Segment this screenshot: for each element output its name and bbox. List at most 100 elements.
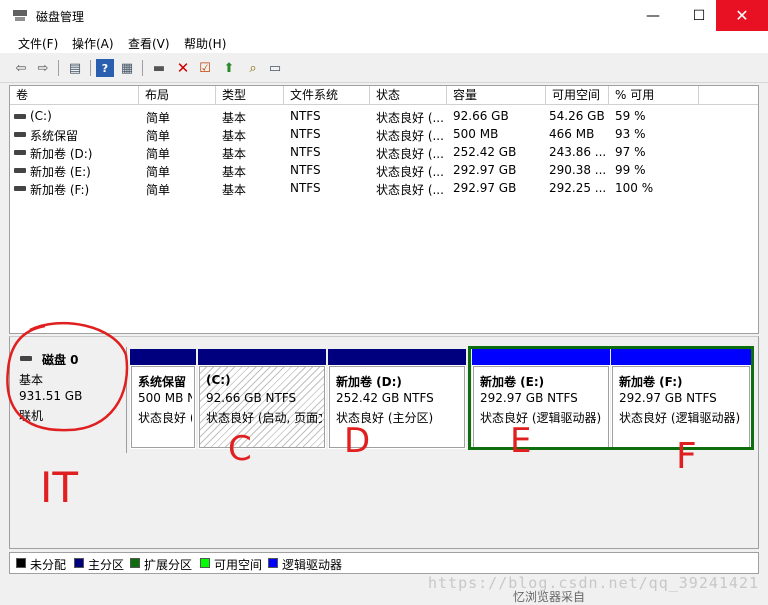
disk-icon (20, 356, 32, 361)
volume-icon (14, 132, 26, 137)
up-folder-icon[interactable]: ⬆ (220, 59, 238, 77)
bottom-fragment-text: 忆浏览器采自 (513, 590, 586, 604)
volume-icon (14, 168, 26, 173)
table-cell-pct: 93 % (615, 127, 646, 141)
disk-management-icon (13, 10, 27, 21)
partition-block[interactable]: 系统保留 500 MB N 状态良好 ( (130, 349, 196, 449)
table-row[interactable]: (C:) 简单 基本 NTFS 状态良好 (... 92.66 GB 54.26 GB 59 … (10, 107, 758, 125)
table-cell-free: 466 MB (549, 127, 595, 141)
connect-disk-icon[interactable]: ▬ (150, 59, 168, 77)
table-cell-cap: 500 MB (453, 127, 499, 141)
partition-block[interactable]: 新加卷 (D:) 252.42 GB NTFS 状态良好 (主分区) (328, 349, 466, 449)
legend-swatch-primary (74, 558, 84, 568)
disk-0-label[interactable]: 磁盘 0 基本 931.51 GB 联机 (10, 347, 127, 453)
partition-name: 新加卷 (D:) (336, 375, 402, 389)
volume-icon (14, 114, 26, 119)
table-cell-pct: 99 % (615, 163, 646, 177)
table-cell-cap: 292.97 GB (453, 181, 517, 195)
legend-label-extended: 扩展分区 (144, 558, 193, 572)
table-row[interactable]: 新加卷 (E:) 简单 基本 NTFS 状态良好 (... 292.97 GB 290.38… (10, 161, 758, 179)
column-header-empty (699, 86, 758, 105)
console-tree-icon[interactable]: ▤ (66, 59, 84, 77)
table-cell-status: 状态良好 (... (376, 183, 444, 197)
disk-state: 联机 (19, 409, 44, 423)
table-row[interactable]: 新加卷 (D:) 简单 基本 NTFS 状态良好 (... 252.42 GB 243.86… (10, 143, 758, 161)
toolbar-divider (90, 60, 91, 76)
legend-swatch-free (200, 558, 210, 568)
table-cell-pct: 100 % (615, 181, 654, 195)
partition-body: 系统保留 500 MB N 状态良好 ( (131, 366, 195, 448)
back-icon[interactable]: ⇦ (12, 59, 30, 77)
table-cell-status: 状态良好 (... (376, 147, 444, 161)
table-row[interactable]: 系统保留 简单 基本 NTFS 状态良好 (... 500 MB 466 MB 93 % (10, 125, 758, 143)
legend-swatch-unallocated (16, 558, 26, 568)
column-header-status[interactable]: 状态 (370, 86, 447, 105)
table-cell-vol: 系统保留 (30, 129, 79, 143)
table-cell-cap: 92.66 GB (453, 109, 509, 123)
menu-action[interactable]: 操作(A) (72, 35, 114, 52)
maximize-icon: ☐ (692, 7, 706, 24)
help-icon[interactable]: ? (96, 59, 114, 77)
column-header-free-space[interactable]: 可用空间 (546, 86, 609, 105)
column-header-volume[interactable]: 卷 (10, 86, 139, 105)
column-header-filesystem[interactable]: 文件系统 (284, 86, 370, 105)
legend-label-free: 可用空间 (214, 558, 263, 572)
extended-partition-outline (468, 346, 754, 450)
table-cell-fs: NTFS (290, 109, 321, 123)
partition-size: 500 MB N (138, 391, 192, 405)
toolbar: ⇦ ⇨ ▤ ? ▦ ▬ ✕ ☑ ⬆ ⌕ ▭ (0, 54, 768, 83)
menu-file[interactable]: 文件(F) (18, 35, 58, 52)
table-cell-type: 基本 (222, 129, 247, 143)
table-cell-pct: 97 % (615, 145, 646, 159)
legend-label-unallocated: 未分配 (30, 558, 67, 572)
forward-icon[interactable]: ⇨ (34, 59, 52, 77)
table-row[interactable]: 新加卷 (F:) 简单 基本 NTFS 状态良好 (... 292.97 GB 292.25… (10, 179, 758, 197)
table-cell-type: 基本 (222, 147, 247, 161)
menu-help[interactable]: 帮助(H) (184, 35, 226, 52)
menu-bar: 文件(F) 操作(A) 查看(V) 帮助(H) (0, 31, 768, 53)
table-cell-layout: 简单 (146, 165, 171, 179)
table-cell-fs: NTFS (290, 181, 321, 195)
partition-size: 252.42 GB NTFS (336, 391, 434, 405)
disk-name: 磁盘 0 (42, 353, 79, 367)
table-cell-vol: 新加卷 (F:) (30, 183, 90, 197)
column-header-percent-free[interactable]: % 可用 (609, 86, 699, 105)
legend-swatch-logical (268, 558, 278, 568)
properties-icon[interactable]: ▦ (118, 59, 136, 77)
table-cell-free: 292.25 ... (549, 181, 607, 195)
table-cell-layout: 简单 (146, 129, 171, 143)
close-button[interactable]: ✕ (716, 0, 768, 31)
table-cell-status: 状态良好 (... (376, 111, 444, 125)
menu-view[interactable]: 查看(V) (128, 35, 170, 52)
toolbar-divider (142, 60, 143, 76)
title-bar: 磁盘管理 — ☐ ✕ (0, 0, 768, 31)
partition-name: 系统保留 (138, 375, 187, 389)
table-cell-pct: 59 % (615, 109, 646, 123)
table-cell-type: 基本 (222, 183, 247, 197)
volume-icon (14, 150, 26, 155)
minimize-button[interactable]: — (630, 0, 676, 31)
legend-swatch-extended (130, 558, 140, 568)
search-folder-icon[interactable]: ⌕ (244, 59, 262, 77)
table-cell-layout: 简单 (146, 111, 171, 125)
partition-color-bar (130, 349, 196, 365)
minimize-icon: — (646, 7, 660, 24)
table-cell-fs: NTFS (290, 145, 321, 159)
partition-block[interactable]: (C:) 92.66 GB NTFS 状态良好 (启动, 页面文 (198, 349, 326, 449)
disk-size: 931.51 GB (19, 389, 83, 403)
check-icon[interactable]: ☑ (196, 59, 214, 77)
legend-label-primary: 主分区 (88, 558, 125, 572)
table-cell-layout: 简单 (146, 183, 171, 197)
table-cell-free: 54.26 GB (549, 109, 605, 123)
column-header-type[interactable]: 类型 (216, 86, 284, 105)
table-cell-free: 243.86 ... (549, 145, 607, 159)
list-view-icon[interactable]: ▭ (266, 59, 284, 77)
column-header-capacity[interactable]: 容量 (447, 86, 546, 105)
toolbar-divider (58, 60, 59, 76)
table-cell-status: 状态良好 (... (376, 129, 444, 143)
volume-list: 卷 布局 类型 文件系统 状态 容量 可用空间 % 可用 (C:) 简单 基本 NTF… (9, 85, 759, 334)
partition-size: 92.66 GB NTFS (206, 391, 297, 405)
table-cell-vol: 新加卷 (D:) (30, 147, 93, 161)
column-header-layout[interactable]: 布局 (139, 86, 216, 105)
delete-icon[interactable]: ✕ (174, 59, 192, 77)
